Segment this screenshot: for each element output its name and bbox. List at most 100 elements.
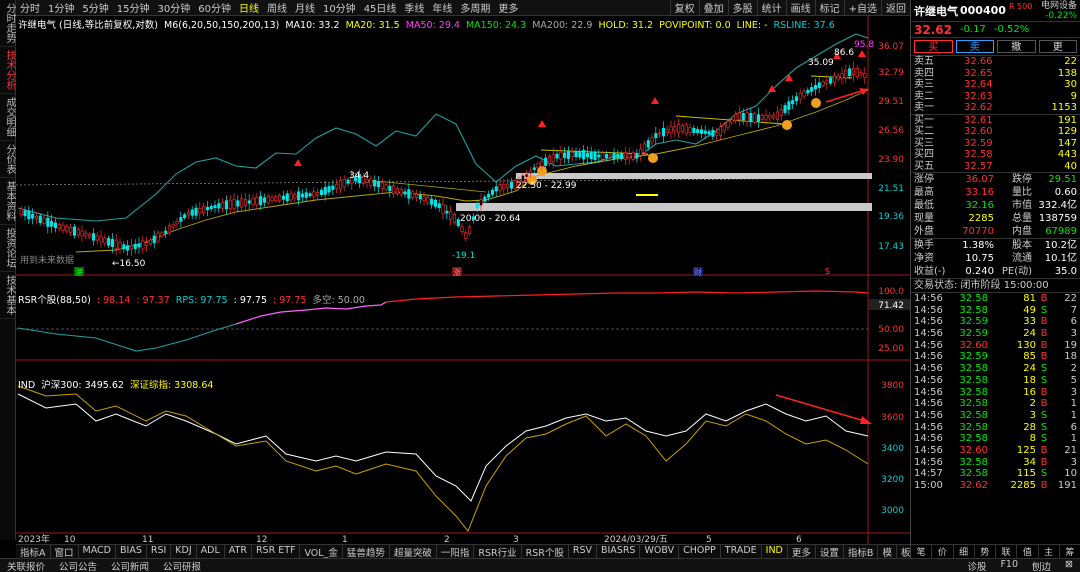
- cancel-button[interactable]: 撤: [997, 40, 1036, 53]
- left-tab-1[interactable]: 技术分析: [0, 47, 16, 94]
- sidebar-tab-1[interactable]: 价: [932, 545, 954, 558]
- indicator-tab-7[interactable]: ATR: [225, 544, 252, 559]
- period-tab-5[interactable]: 60分钟: [194, 0, 235, 15]
- indicator-tab-9[interactable]: VOL_金: [300, 544, 343, 559]
- indicator-tab-10[interactable]: 猛兽趋势: [343, 544, 390, 559]
- indicator-tab-6[interactable]: ADL: [197, 544, 225, 559]
- indicator-tab-4[interactable]: RSI: [147, 544, 172, 559]
- indicator-tab-17[interactable]: WOBV: [640, 544, 680, 559]
- chart-svg[interactable]: 95.8 86.6 35.09 34.4 22.50 - 22.99 20.00…: [16, 16, 910, 544]
- indicator-tab-3[interactable]: BIAS: [116, 544, 147, 559]
- period-tab-11[interactable]: 季线: [400, 0, 428, 15]
- left-tab-3[interactable]: 分价表: [0, 141, 16, 178]
- more-button[interactable]: 更: [1038, 40, 1077, 53]
- status-link-0[interactable]: 关联报价: [0, 559, 52, 572]
- tick-time: 14:56: [914, 293, 943, 304]
- buy-button[interactable]: 买: [914, 40, 953, 53]
- tool-button-5[interactable]: 标记: [814, 0, 844, 15]
- sidebar-tab-2[interactable]: 细: [954, 545, 975, 558]
- period-tab-14[interactable]: 更多: [494, 0, 522, 15]
- stat-row: 换手 1.38% 股本 10.2亿: [911, 239, 1080, 252]
- period-tab-7[interactable]: 周线: [263, 0, 291, 15]
- tick-row: 15:00 32.62 2285 B 191: [911, 480, 1080, 492]
- status-link-3[interactable]: 公司研报: [156, 559, 208, 572]
- indicator-tab-13[interactable]: RSR行业: [474, 544, 522, 559]
- left-tab-0[interactable]: 分时走势: [0, 0, 16, 47]
- tool-button-1[interactable]: 叠加: [698, 0, 728, 15]
- stat-row: 最高 33.16 量比 0.60: [911, 186, 1080, 199]
- left-tab-2[interactable]: 成交明细: [0, 94, 16, 141]
- left-tab-6[interactable]: 技术基本: [0, 272, 16, 319]
- candle-body: [677, 123, 681, 133]
- indicator-tab-21[interactable]: 更多: [788, 544, 816, 559]
- candle-body: [479, 199, 483, 206]
- sell-button[interactable]: 卖: [955, 40, 994, 53]
- candle-body: [213, 205, 217, 208]
- indicator-right-tab-1[interactable]: 模: [878, 544, 897, 559]
- tool-button-0[interactable]: 复权: [669, 0, 699, 15]
- status-right-2[interactable]: 刨边: [1025, 559, 1058, 572]
- stat-value-2: 29.51: [1048, 174, 1077, 185]
- indicator-tab-5[interactable]: KDJ: [171, 544, 197, 559]
- candle-body: [418, 195, 422, 200]
- tool-button-7[interactable]: 返回: [881, 0, 910, 15]
- sector-block[interactable]: 电网设备 -0.22%: [1041, 1, 1077, 21]
- tool-button-6[interactable]: +自选: [843, 0, 881, 15]
- candle-body: [582, 149, 586, 160]
- tool-button-2[interactable]: 多股: [727, 0, 757, 15]
- buy-signal-5: [811, 98, 821, 108]
- indicator-tab-20[interactable]: IND: [762, 544, 788, 559]
- indicator-tab-18[interactable]: CHOPP: [679, 544, 721, 559]
- sidebar-tab-5[interactable]: 值: [1017, 545, 1039, 558]
- indicator-tab-8[interactable]: RSR ETF: [252, 544, 301, 559]
- period-tab-1[interactable]: 1分钟: [44, 0, 78, 15]
- indicator-tab-2[interactable]: MACD: [79, 544, 116, 559]
- period-tab-3[interactable]: 15分钟: [113, 0, 154, 15]
- indicator-tab-12[interactable]: 一阳指: [437, 544, 475, 559]
- status-link-2[interactable]: 公司新闻: [104, 559, 156, 572]
- x-axis-tick: 6: [796, 535, 802, 544]
- indicator-tab-22[interactable]: 设置: [816, 544, 844, 559]
- asks-label: 卖三: [914, 79, 934, 90]
- candle-body: [532, 167, 536, 171]
- candle-body: [669, 126, 673, 134]
- left-tab-5[interactable]: 投资论坛: [0, 225, 16, 272]
- indicator-right-tab-0[interactable]: 指标B: [844, 544, 879, 559]
- period-tab-2[interactable]: 5分钟: [78, 0, 112, 15]
- indicator-tab-11[interactable]: 超量突破: [390, 544, 437, 559]
- period-tab-10[interactable]: 45日线: [360, 0, 401, 15]
- candle-body: [84, 232, 88, 237]
- status-right-3[interactable]: ⊠: [1058, 559, 1080, 572]
- status-right-1[interactable]: F10: [993, 559, 1025, 572]
- period-tab-0[interactable]: 分时: [16, 0, 44, 15]
- status-right-0[interactable]: 诊股: [960, 559, 993, 572]
- period-tab-6[interactable]: 日线: [235, 0, 263, 15]
- period-tab-13[interactable]: 多周期: [456, 0, 494, 15]
- buy-signal-4: [782, 120, 792, 130]
- candle-body: [99, 236, 103, 243]
- indicator-tab-0[interactable]: 指标A: [16, 544, 51, 559]
- tick-row: 14:56 32.59 33 B 6: [911, 316, 1080, 328]
- period-tab-8[interactable]: 月线: [291, 0, 319, 15]
- sidebar-tab-3[interactable]: 势: [975, 545, 996, 558]
- left-tab-4[interactable]: 基本资料: [0, 178, 16, 225]
- indicator-tab-16[interactable]: BIASRS: [597, 544, 641, 559]
- period-tab-9[interactable]: 10分钟: [319, 0, 360, 15]
- sidebar-tab-6[interactable]: 主: [1039, 545, 1060, 558]
- indicator-tab-19[interactable]: TRADE: [721, 544, 762, 559]
- tool-button-4[interactable]: 画线: [785, 0, 815, 15]
- indicator-tab-14[interactable]: RSR个股: [522, 544, 569, 559]
- tick-time: 14:56: [914, 421, 943, 433]
- period-tab-12[interactable]: 年线: [428, 0, 456, 15]
- indicator-tab-1[interactable]: 窗口: [51, 544, 79, 559]
- sidebar-tab-4[interactable]: 联: [996, 545, 1018, 558]
- tool-button-3[interactable]: 统计: [756, 0, 786, 15]
- chart-area[interactable]: 95.8 86.6 35.09 34.4 22.50 - 22.99 20.00…: [16, 16, 910, 544]
- tick-time: 14:56: [914, 433, 943, 445]
- status-link-1[interactable]: 公司公告: [52, 559, 104, 572]
- indicator-tab-15[interactable]: RSV: [569, 544, 597, 559]
- sidebar-tab-7[interactable]: 筹: [1060, 545, 1080, 558]
- period-tab-4[interactable]: 30分钟: [153, 0, 194, 15]
- period-toolbar: 分时 1分钟 5分钟 15分钟 30分钟 60分钟 日线 周线 月线 10分钟 45日线 季线 年线 多周…: [16, 0, 910, 16]
- sidebar-tab-0[interactable]: 笔: [911, 545, 933, 558]
